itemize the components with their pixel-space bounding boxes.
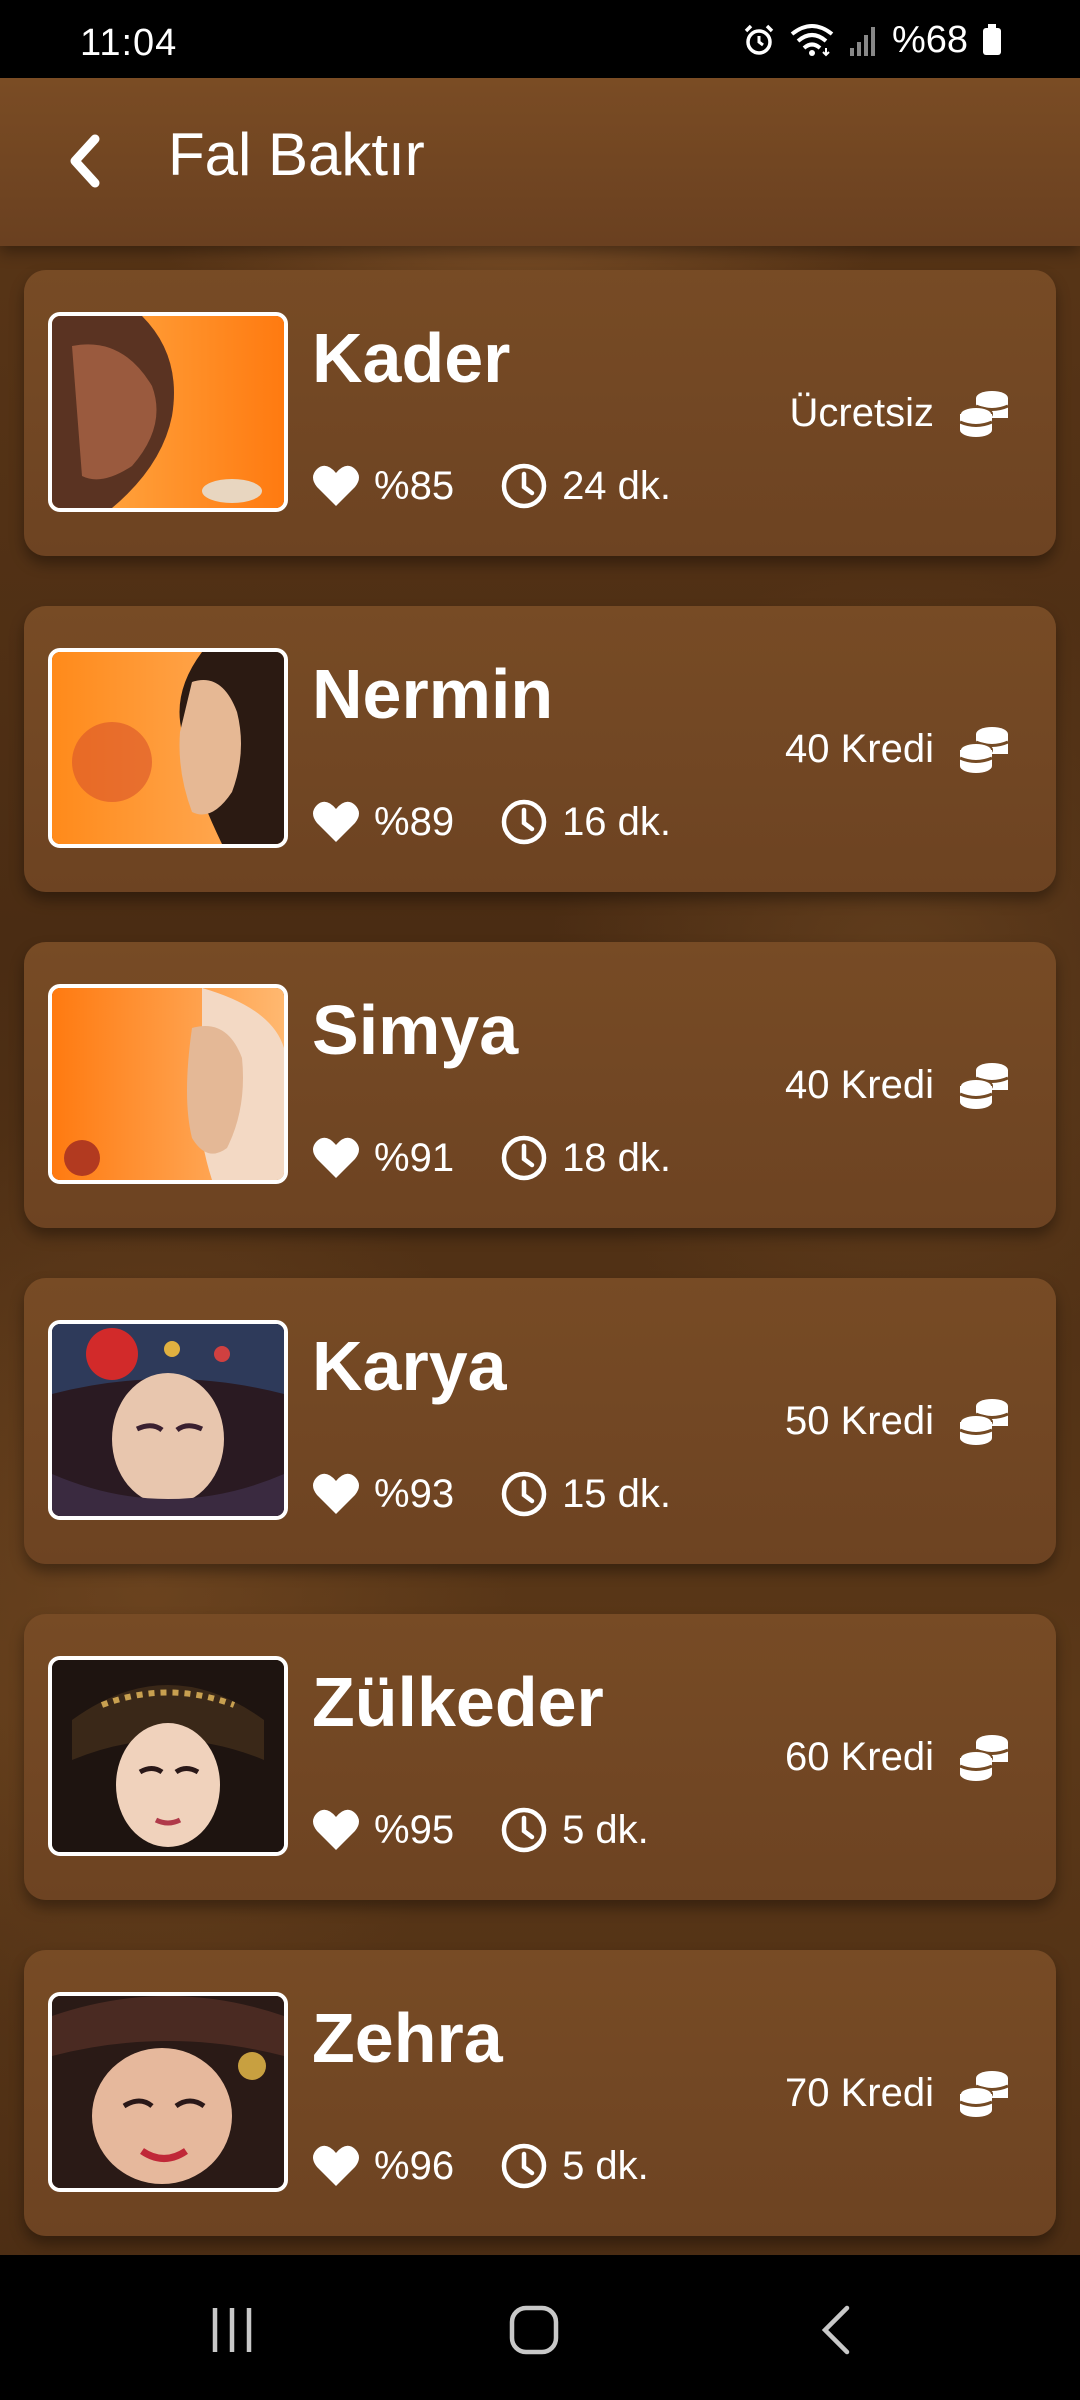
reader-name: Karya (312, 1327, 507, 1405)
coins-icon (959, 1735, 1009, 1781)
reader-name: Simya (312, 991, 519, 1069)
reader-photo (48, 1656, 288, 1856)
rating-stat: %95 (312, 1808, 454, 1853)
reader-card[interactable]: Nermin %89 16 dk. 40 Kredi (24, 606, 1056, 892)
recent-apps-icon (212, 2308, 252, 2352)
rating-value: %93 (374, 1471, 455, 1516)
reader-name: Kader (312, 319, 511, 397)
reader-photo (48, 648, 288, 848)
coins-icon (959, 2071, 1009, 2117)
wifi-icon (790, 24, 834, 57)
clock-icon (501, 2143, 547, 2189)
home-icon (509, 2305, 559, 2355)
reader-price: Ücretsiz (790, 386, 1010, 440)
reader-price: 40 Kredi (785, 722, 1010, 776)
reader-stats: %93 15 dk. (312, 1470, 671, 1518)
alarm-icon (744, 24, 774, 55)
reader-stats: %89 16 dk. (312, 798, 671, 846)
price-label: 40 Kredi (785, 1062, 934, 1107)
rating-stat: %89 (312, 800, 454, 845)
heart-icon (313, 1137, 359, 1178)
chevron-left-icon (70, 134, 100, 188)
duration-value: 24 dk. (562, 463, 672, 508)
status-time: 11:04 (80, 22, 178, 64)
rating-value: %89 (374, 799, 455, 844)
status-bar: 11:04 %68 (0, 0, 1080, 78)
clock-icon (501, 1471, 547, 1517)
clock-icon (501, 799, 547, 845)
rating-stat: %93 (312, 1472, 454, 1517)
reader-stats: %95 5 dk. (312, 1806, 649, 1854)
duration-value: 5 dk. (562, 2143, 649, 2188)
coins-icon (959, 1063, 1009, 1109)
price-label: 40 Kredi (785, 726, 934, 771)
price-label: 50 Kredi (785, 1398, 934, 1443)
coins-icon (959, 1399, 1009, 1445)
duration-stat: 5 dk. (500, 2142, 649, 2190)
rating-value: %91 (374, 1135, 455, 1180)
reader-card[interactable]: Zehra %96 5 dk. 70 Kredi (24, 1950, 1056, 2236)
duration-stat: 5 dk. (500, 1806, 649, 1854)
price-label: 60 Kredi (785, 1734, 934, 1779)
reader-photo (48, 1320, 288, 1520)
heart-icon (313, 465, 359, 506)
price-label: Ücretsiz (789, 390, 934, 435)
reader-price: 40 Kredi (785, 1058, 1010, 1112)
duration-stat: 18 dk. (500, 1134, 671, 1182)
duration-value: 16 dk. (562, 799, 672, 844)
rating-value: %95 (374, 1807, 455, 1852)
reader-stats: %91 18 dk. (312, 1134, 671, 1182)
home-button[interactable] (474, 2285, 594, 2375)
heart-icon (313, 1473, 359, 1514)
rating-value: %96 (374, 2143, 455, 2188)
rating-value: %85 (374, 463, 455, 508)
reader-price: 70 Kredi (785, 2066, 1010, 2120)
duration-value: 15 dk. (562, 1471, 672, 1516)
clock-icon (501, 463, 547, 509)
system-nav-bar (0, 2255, 1080, 2400)
reader-photo (48, 1992, 288, 2192)
heart-icon (313, 1809, 359, 1850)
duration-stat: 24 dk. (500, 462, 671, 510)
reader-photo (48, 312, 288, 512)
heart-icon (313, 2145, 359, 2186)
system-back-button[interactable] (776, 2285, 896, 2375)
reader-price: 60 Kredi (785, 1730, 1010, 1784)
battery-icon (983, 24, 1001, 55)
reader-stats: %96 5 dk. (312, 2142, 649, 2190)
app-header: Fal Baktır (0, 78, 1080, 246)
coins-icon (959, 391, 1009, 437)
clock-icon (501, 1135, 547, 1181)
duration-stat: 15 dk. (500, 1470, 671, 1518)
reader-stats: %85 24 dk. (312, 462, 671, 510)
coins-icon (959, 727, 1009, 773)
back-button[interactable] (50, 118, 120, 204)
reader-card[interactable]: Simya %91 18 dk. 40 Kredi (24, 942, 1056, 1228)
price-label: 70 Kredi (785, 2070, 934, 2115)
recent-apps-button[interactable] (172, 2285, 292, 2375)
page-title: Fal Baktır (168, 121, 425, 188)
reader-name: Zehra (312, 1999, 503, 2077)
rating-stat: %91 (312, 1136, 454, 1181)
reader-name: Nermin (312, 655, 554, 733)
reader-price: 50 Kredi (785, 1394, 1010, 1448)
rating-stat: %85 (312, 464, 454, 509)
clock-icon (501, 1807, 547, 1853)
rating-stat: %96 (312, 2144, 454, 2189)
reader-card[interactable]: Zülkeder %95 5 dk. 60 Kredi (24, 1614, 1056, 1900)
reader-card[interactable]: Karya %93 15 dk. 50 Kredi (24, 1278, 1056, 1564)
signal-icon (849, 27, 875, 56)
duration-stat: 16 dk. (500, 798, 671, 846)
duration-value: 5 dk. (562, 1807, 649, 1852)
reader-card[interactable]: Kader %85 24 dk. Ücretsiz (24, 270, 1056, 556)
duration-value: 18 dk. (562, 1135, 672, 1180)
back-icon (821, 2305, 850, 2355)
reader-name: Zülkeder (312, 1663, 604, 1741)
reader-photo (48, 984, 288, 1184)
heart-icon (313, 801, 359, 842)
battery-percent: %68 (891, 18, 968, 61)
status-icons: %68 (742, 18, 1002, 61)
